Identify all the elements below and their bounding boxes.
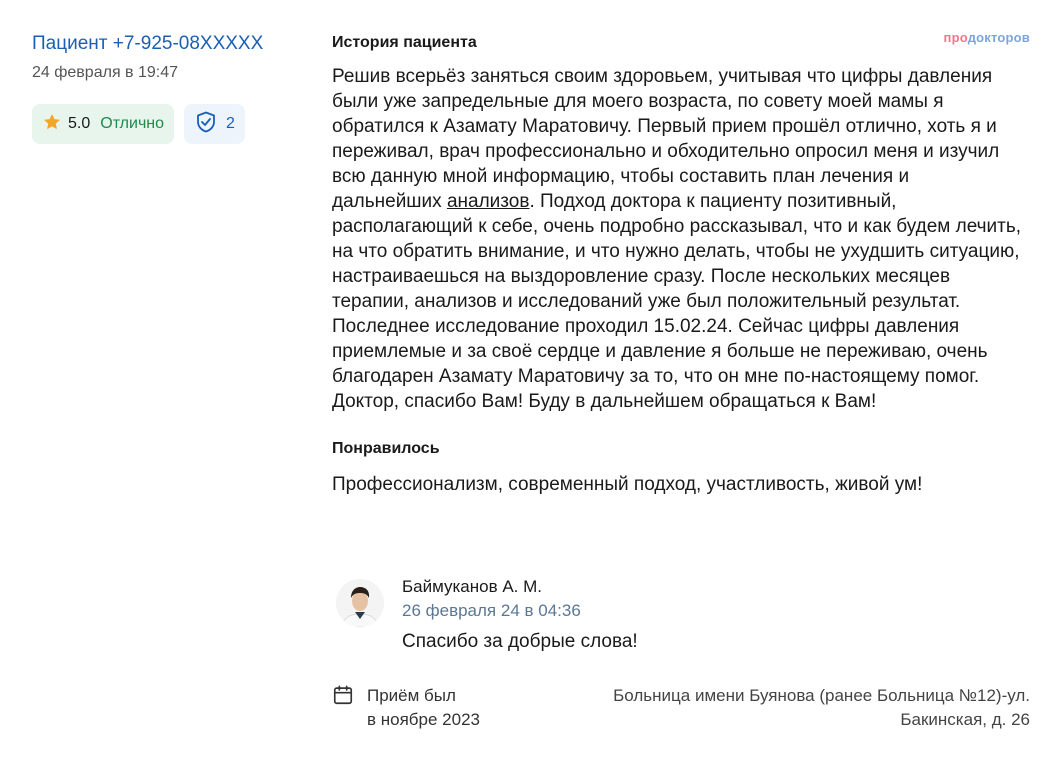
clinic-line-2: Бакинская, д. 26 bbox=[900, 710, 1030, 729]
reply-date: 26 февраля 24 в 04:36 bbox=[402, 601, 581, 620]
analyses-link[interactable]: анализов bbox=[447, 191, 530, 212]
review-author-link[interactable]: Пациент +7-925-08XXXXX bbox=[32, 30, 312, 58]
visit-date: Приём был в ноябре 2023 bbox=[367, 684, 480, 732]
clinic-address[interactable]: Больница имени Буянова (ранее Больница №… bbox=[560, 684, 1030, 732]
liked-heading: Понравилось bbox=[332, 440, 440, 457]
doctor-avatar[interactable] bbox=[336, 579, 384, 627]
review-meta: Пациент +7-925-08XXXXX 24 февраля в 19:4… bbox=[32, 30, 312, 144]
visit-line-2: в ноябре 2023 bbox=[367, 710, 480, 729]
clinic-line-1: Больница имени Буянова (ранее Больница №… bbox=[613, 686, 1030, 705]
visit-line-1: Приём был bbox=[367, 686, 456, 705]
rating-value: 5.0 bbox=[68, 115, 91, 132]
history-heading: История пациента bbox=[332, 34, 477, 51]
reply-text: Спасибо за добрые слова! bbox=[402, 631, 638, 652]
reply-author: Баймуканов А. М. bbox=[402, 577, 543, 596]
review-content: История пациента Решив всерьёз заняться … bbox=[332, 30, 1032, 497]
verified-count: 2 bbox=[226, 115, 235, 132]
star-icon bbox=[42, 112, 62, 137]
review-date: 24 февраля в 19:47 bbox=[32, 64, 179, 81]
shield-check-icon bbox=[194, 110, 218, 139]
history-text: Решив всерьёз заняться своим здоровьем, … bbox=[332, 64, 1022, 414]
calendar-icon bbox=[332, 684, 354, 711]
verified-badge[interactable]: 2 bbox=[184, 104, 245, 144]
rating-badge[interactable]: 5.0 Отлично bbox=[32, 104, 175, 144]
visit-info: Приём был в ноябре 2023 Больница имени Б… bbox=[332, 684, 1032, 734]
doctor-reply: Баймуканов А. М. 26 февраля 24 в 04:36 С… bbox=[332, 573, 1032, 663]
review-badges: 5.0 Отлично 2 bbox=[32, 104, 312, 144]
history-text-part-2: . Подход доктора к пациенту позитивный, … bbox=[332, 191, 1022, 412]
rating-word: Отлично bbox=[100, 115, 165, 132]
liked-text: Профессионализм, современный подход, уча… bbox=[332, 474, 923, 495]
